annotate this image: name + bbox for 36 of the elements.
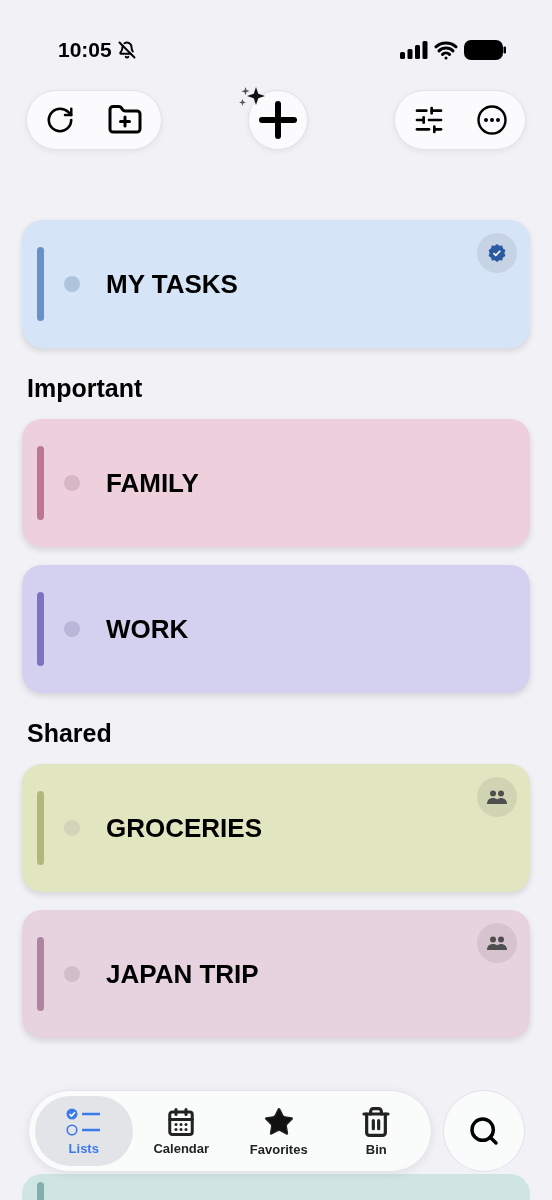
filter-button[interactable] bbox=[413, 104, 445, 136]
plus-icon bbox=[258, 100, 298, 140]
verified-icon bbox=[488, 244, 506, 262]
list-card[interactable]: MY TASKS bbox=[22, 220, 530, 348]
progress-icon bbox=[64, 475, 80, 491]
section-heading: Shared bbox=[27, 719, 113, 748]
sparkles-icon bbox=[238, 87, 265, 108]
clock-time: 10:05 bbox=[58, 38, 112, 62]
list-card[interactable]: FAMILY bbox=[22, 419, 530, 547]
calendar-icon bbox=[166, 1106, 197, 1137]
more-button[interactable] bbox=[477, 105, 507, 135]
tab[interactable]: Calendar bbox=[132, 1096, 230, 1166]
add-button[interactable] bbox=[248, 90, 308, 150]
progress-icon bbox=[64, 621, 80, 637]
list-title: WORK bbox=[106, 613, 189, 645]
signal-icon bbox=[400, 41, 428, 59]
section-heading: Important bbox=[27, 374, 144, 403]
people-icon bbox=[487, 936, 507, 950]
people-icon bbox=[487, 790, 507, 804]
more-icon bbox=[477, 105, 507, 135]
battery-icon bbox=[464, 40, 506, 60]
star-icon bbox=[262, 1105, 295, 1138]
list-card[interactable]: JAPAN TRIP bbox=[22, 910, 530, 1038]
progress-icon bbox=[64, 276, 80, 292]
tab[interactable]: Favorites bbox=[230, 1096, 328, 1166]
list-card[interactable]: GROCERIES bbox=[22, 764, 530, 892]
list-title: GROCERIES bbox=[106, 812, 263, 844]
list-title: MY TASKS bbox=[106, 268, 238, 300]
list-card[interactable]: WORK bbox=[22, 565, 530, 693]
checklist-icon bbox=[65, 1106, 102, 1137]
search-icon bbox=[468, 1115, 500, 1147]
list-title: FAMILY bbox=[106, 467, 199, 499]
accent-bar bbox=[37, 1182, 44, 1200]
list-title: JAPAN TRIP bbox=[106, 958, 259, 990]
tab[interactable]: Bin bbox=[327, 1096, 425, 1166]
refresh-button[interactable] bbox=[45, 105, 75, 135]
